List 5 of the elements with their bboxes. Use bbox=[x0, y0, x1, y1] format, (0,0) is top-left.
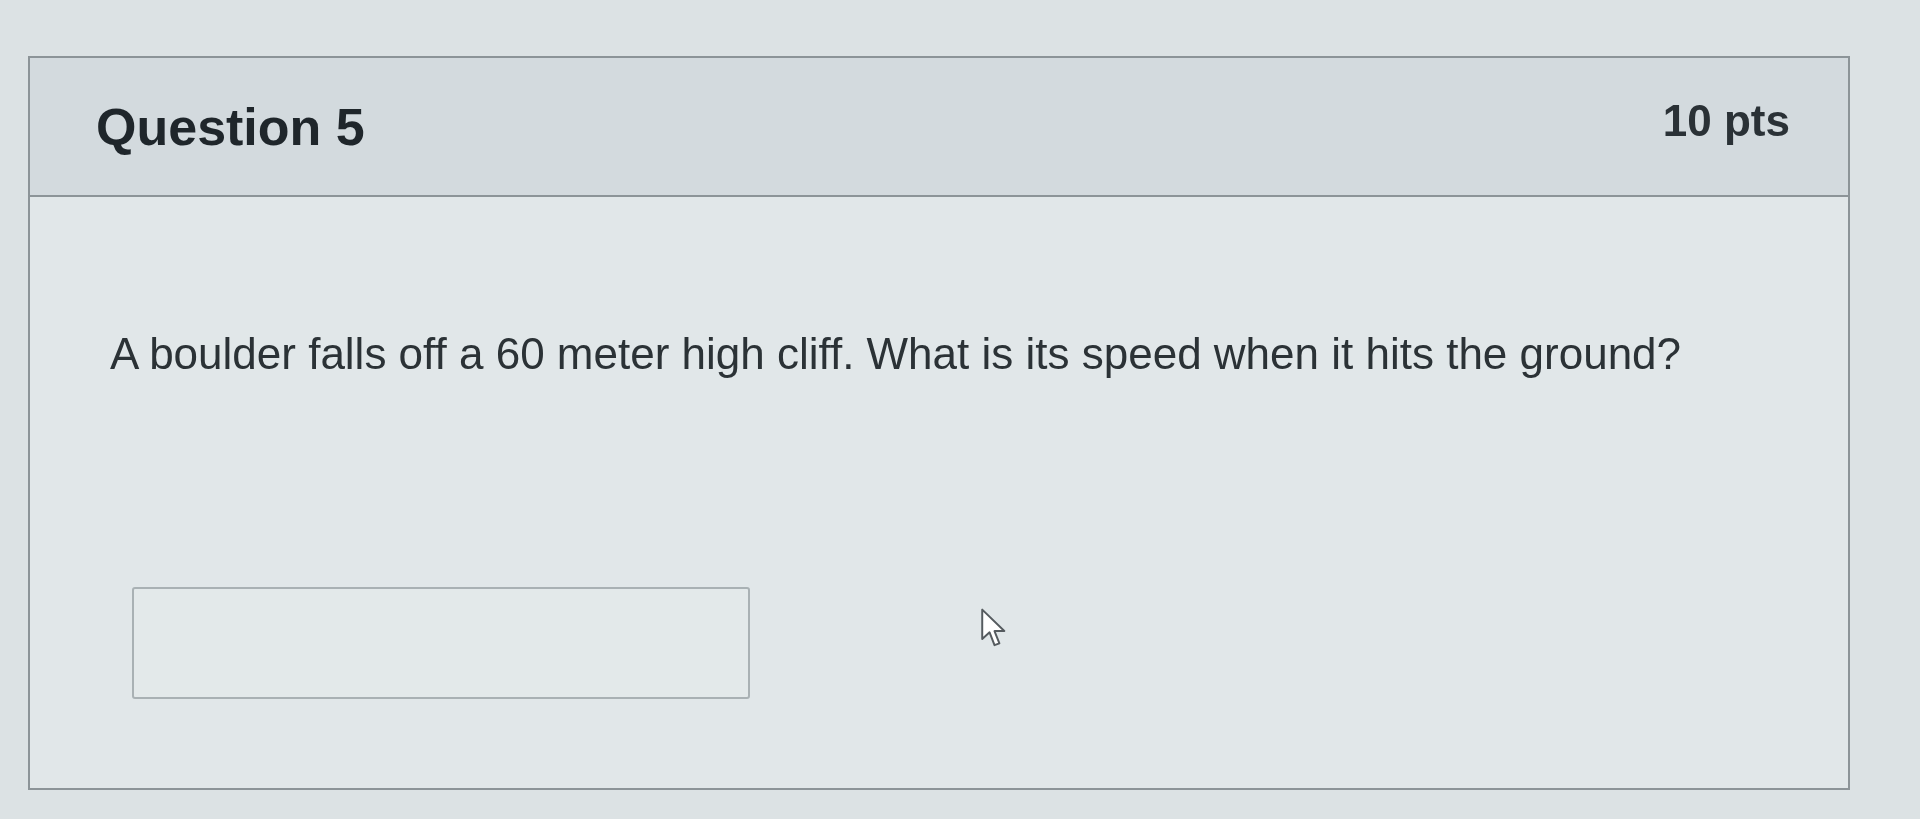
question-points: 10 pts bbox=[1662, 95, 1790, 146]
mouse-pointer-icon bbox=[981, 608, 1008, 648]
question-text: A boulder falls off a 60 meter high cliff. What is its speed when it hits the ground? bbox=[110, 329, 1682, 379]
answer-field[interactable] bbox=[132, 587, 750, 699]
question-title: Question 5 bbox=[96, 96, 365, 157]
